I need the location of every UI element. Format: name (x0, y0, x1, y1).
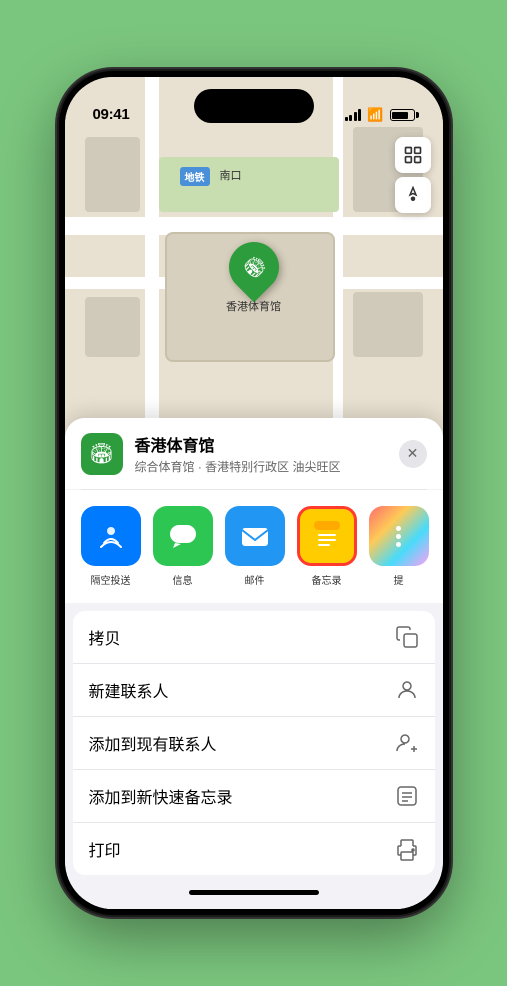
bottom-sheet: 🏟 香港体育馆 综合体育馆 · 香港特别行政区 油尖旺区 ✕ (65, 418, 443, 909)
action-row-print[interactable]: 打印 (73, 822, 435, 875)
layers-button[interactable] (395, 137, 431, 173)
map-block (85, 137, 140, 212)
home-indicator (65, 875, 443, 909)
add-notes-label: 添加到新快速备忘录 (89, 784, 233, 808)
map-pin: 🏟 香港体育馆 (229, 242, 279, 297)
venue-subtitle: 综合体育馆 · 香港特别行政区 油尖旺区 (135, 458, 399, 475)
venue-card: 🏟 香港体育馆 综合体育馆 · 香港特别行政区 油尖旺区 ✕ (65, 418, 443, 489)
status-time: 09:41 (93, 106, 130, 123)
action-row-add-existing[interactable]: 添加到现有联系人 (73, 716, 435, 769)
share-item-airdrop[interactable]: 隔空投送 (81, 506, 141, 587)
action-row-new-contact[interactable]: 新建联系人 (73, 663, 435, 716)
map-block (85, 297, 140, 357)
wifi-icon: 📶 (367, 107, 383, 123)
action-section: 拷贝 新建联系人 添加到现有联系人 (73, 611, 435, 875)
venue-info: 香港体育馆 综合体育馆 · 香港特别行政区 油尖旺区 (135, 432, 399, 475)
status-icons: 📶 (345, 107, 415, 123)
print-icon (395, 837, 419, 861)
phone-screen: 09:41 📶 (65, 77, 443, 909)
share-item-messages[interactable]: 信息 (153, 506, 213, 587)
messages-icon-wrap (153, 506, 213, 566)
action-row-add-notes[interactable]: 添加到新快速备忘录 (73, 769, 435, 822)
airdrop-label: 隔空投送 (91, 572, 131, 587)
venue-icon: 🏟 (81, 433, 123, 475)
copy-icon (395, 625, 419, 649)
mail-icon-wrap (225, 506, 285, 566)
add-existing-label: 添加到现有联系人 (89, 731, 217, 755)
notes-icon-wrap (297, 506, 357, 566)
phone-frame: 09:41 📶 (59, 71, 449, 915)
pin-label: 香港体育馆 (226, 298, 281, 314)
location-button[interactable] (395, 177, 431, 213)
add-notes-icon (395, 784, 419, 808)
home-bar (189, 890, 319, 895)
pin-marker: 🏟 (218, 232, 289, 303)
close-button[interactable]: ✕ (399, 440, 427, 468)
messages-label: 信息 (173, 572, 193, 587)
venue-name: 香港体育馆 (135, 432, 399, 456)
signal-icon (345, 109, 362, 121)
metro-label: 地铁 (180, 167, 210, 186)
dynamic-island (194, 89, 314, 123)
action-row-copy[interactable]: 拷贝 (73, 611, 435, 663)
print-label: 打印 (89, 837, 121, 861)
mail-label: 邮件 (245, 572, 265, 587)
map-block (353, 292, 423, 357)
airdrop-icon-wrap (81, 506, 141, 566)
battery-icon (390, 109, 415, 121)
station-label: 南口 (220, 167, 242, 183)
share-row: 隔空投送 信息 (65, 490, 443, 603)
notes-label: 备忘录 (312, 572, 342, 587)
more-icon-wrap (369, 506, 429, 566)
share-item-more[interactable]: 提 (369, 506, 429, 587)
copy-label: 拷贝 (89, 625, 121, 649)
share-item-mail[interactable]: 邮件 (225, 506, 285, 587)
add-existing-icon (395, 731, 419, 755)
new-contact-label: 新建联系人 (89, 678, 169, 702)
share-item-notes[interactable]: 备忘录 (297, 506, 357, 587)
more-label: 提 (394, 572, 404, 587)
new-contact-icon (395, 678, 419, 702)
